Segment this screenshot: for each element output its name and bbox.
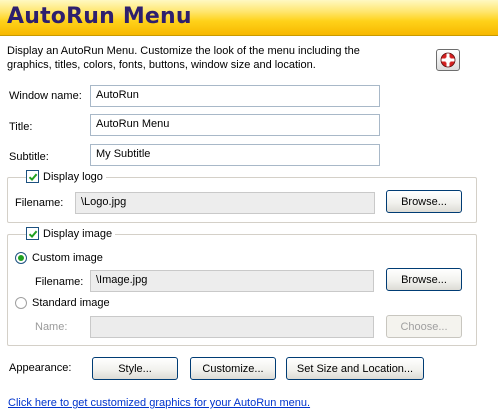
logo-filename-label: Filename: [15,197,64,209]
image-filename-field[interactable]: \Image.jpg [90,270,374,292]
choose-button[interactable]: Choose... [386,315,462,338]
logo-filename-field[interactable]: \Logo.jpg [75,192,375,214]
display-logo-checkbox[interactable]: Display logo [26,170,106,183]
radio-button[interactable] [15,297,27,309]
header-banner: AutoRun Menu [0,0,498,36]
checkmark-icon [28,173,37,181]
title-input[interactable]: AutoRun Menu [90,114,380,136]
display-logo-label: Display logo [43,170,103,183]
logo-browse-button[interactable]: Browse... [386,190,462,213]
checkbox-box[interactable] [26,170,39,183]
standard-name-label: Name: [35,321,68,333]
standard-image-radio[interactable]: Standard image [15,297,110,309]
set-size-location-button[interactable]: Set Size and Location... [286,357,424,380]
display-image-label: Display image [43,227,113,240]
checkbox-box[interactable] [26,227,39,240]
custom-image-label: Custom image [32,252,103,264]
image-filename-label: Filename: [35,276,84,288]
window-name-input[interactable]: AutoRun [90,85,380,107]
checkmark-icon [28,230,37,238]
subtitle-input[interactable]: My Subtitle [90,144,380,166]
title-label: Title: [9,121,33,133]
customize-button[interactable]: Customize... [190,357,276,380]
lifebuoy-icon [440,52,456,68]
standard-name-field[interactable] [90,316,374,338]
custom-graphics-link[interactable]: Click here to get customized graphics fo… [8,397,310,409]
appearance-label: Appearance: [9,362,72,374]
description-text: Display an AutoRun Menu. Customize the l… [7,45,360,71]
standard-image-label: Standard image [32,297,110,309]
subtitle-label: Subtitle: [9,151,49,163]
image-browse-button[interactable]: Browse... [386,268,462,291]
display-image-checkbox[interactable]: Display image [26,227,116,240]
radio-selected-dot [18,255,24,261]
window-name-label: Window name: [9,90,82,102]
custom-image-radio[interactable]: Custom image [15,252,103,264]
page-title: AutoRun Menu [7,4,192,29]
style-button[interactable]: Style... [92,357,178,380]
help-button[interactable] [436,49,460,71]
radio-button[interactable] [15,252,27,264]
